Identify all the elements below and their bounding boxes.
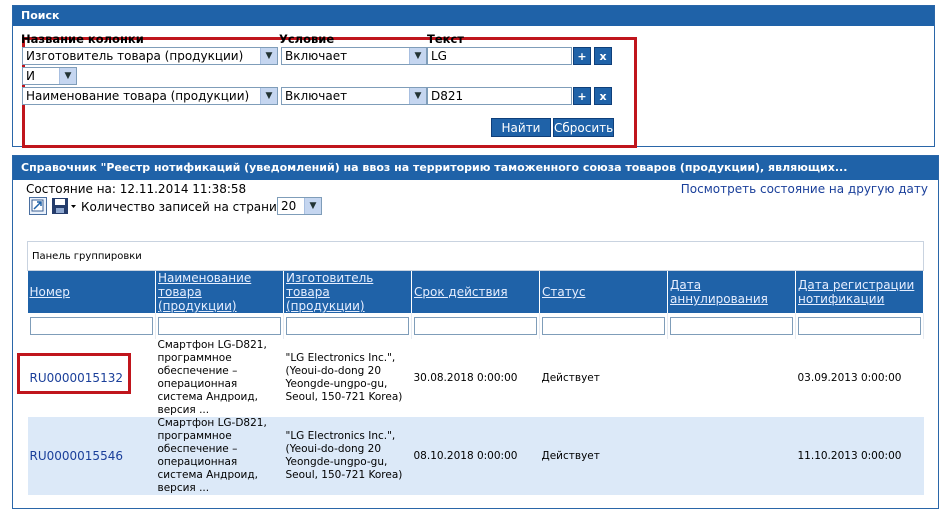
- valid-until-cell: 30.08.2018 0:00:00: [413, 371, 518, 384]
- filter-status-input[interactable]: [542, 317, 665, 335]
- reset-button[interactable]: Сбросить: [553, 118, 614, 137]
- column-select-2[interactable]: Наименование товара (продукции) ▼: [22, 87, 278, 105]
- valid-until-cell: 08.10.2018 0:00:00: [411, 417, 540, 495]
- floppy-disk-icon: [52, 198, 76, 214]
- manufacturer-cell: "LG Electronics Inc.", (Yeoui-do-dong 20…: [285, 352, 403, 403]
- column-header-status[interactable]: Статус: [539, 270, 668, 313]
- page-size-value: 20: [281, 199, 297, 213]
- registered-cell: 11.10.2013 0:00:00: [795, 417, 924, 495]
- column-select-1[interactable]: Изготовитель товара (продукции) ▼: [22, 47, 278, 65]
- filter-valid-until-input[interactable]: [414, 317, 537, 335]
- filter-name-input[interactable]: [158, 317, 281, 335]
- chevron-down-icon: ▼: [409, 88, 426, 104]
- column-name-header: Название колонки: [21, 32, 144, 46]
- condition-header: Условие: [279, 32, 335, 46]
- logic-joiner-select[interactable]: И ▼: [22, 67, 77, 85]
- group-panel[interactable]: Панель группировки: [26, 241, 925, 271]
- column-header-number[interactable]: Номер: [27, 270, 156, 313]
- condition-select-1-value: Включает: [285, 49, 348, 63]
- table-row[interactable]: RU0000015132 Смартфон LG-D821, программн…: [28, 339, 924, 417]
- chevron-down-icon: ▼: [260, 88, 277, 104]
- other-date-link[interactable]: Посмотреть состояние на другую дату: [681, 182, 928, 196]
- product-name-cell: Смартфон LG-D821, программное обеспечени…: [157, 339, 267, 416]
- reference-title: Справочник "Реестр нотификаций (уведомле…: [13, 156, 938, 180]
- column-header-manufacturer[interactable]: Изготовитель товара (продукции): [283, 270, 412, 313]
- filter-number-input[interactable]: [29, 317, 153, 335]
- product-name-cell: Смартфон LG-D821, программное обеспечени…: [155, 417, 284, 495]
- chevron-down-icon: ▼: [59, 68, 76, 84]
- manufacturer-cell: "LG Electronics Inc.", (Yeoui-do-dong 20…: [283, 417, 412, 495]
- state-date: Состояние на: 12.11.2014 11:38:58: [26, 182, 247, 196]
- condition-select-2[interactable]: Включает ▼: [281, 87, 427, 105]
- logic-joiner-value: И: [26, 69, 35, 83]
- chevron-down-icon: ▼: [304, 198, 321, 214]
- text-header: Текст: [427, 32, 464, 46]
- filter-registered-input[interactable]: [798, 317, 922, 335]
- export-icon[interactable]: [29, 197, 47, 215]
- column-header-registered[interactable]: Дата регистрации нотификации: [795, 270, 925, 313]
- annulled-cell: [668, 339, 796, 417]
- text-input-2[interactable]: D821: [427, 87, 572, 105]
- status-cell: Действует: [541, 371, 600, 384]
- text-input-1[interactable]: LG: [427, 47, 572, 65]
- notifications-table: Панель группировки Номер Наименование то…: [26, 241, 925, 495]
- number-highlight-frame: [17, 353, 131, 394]
- column-header-valid-until[interactable]: Срок действия: [411, 270, 540, 313]
- save-dropdown-icon[interactable]: [51, 197, 77, 215]
- search-panel: Поиск Название колонки Условие Текст Изг…: [12, 5, 935, 148]
- condition-select-2-value: Включает: [285, 89, 348, 103]
- annulled-cell: [667, 417, 796, 495]
- add-condition-button[interactable]: +: [573, 47, 591, 65]
- filter-manufacturer-input[interactable]: [286, 317, 409, 335]
- table-row[interactable]: RU0000015546 Смартфон LG-D821, программн…: [27, 417, 924, 495]
- page-size-label: Количество записей на странице: [81, 200, 293, 214]
- registered-cell: 03.09.2013 0:00:00: [797, 371, 902, 384]
- column-header-annulled[interactable]: Дата аннулирования: [667, 270, 796, 313]
- search-panel-title: Поиск: [13, 6, 934, 26]
- chevron-down-icon: ▼: [409, 48, 426, 64]
- chevron-down-icon: ▼: [260, 48, 277, 64]
- notification-number-link[interactable]: RU0000015546: [27, 417, 156, 495]
- remove-condition-button[interactable]: x: [594, 47, 612, 65]
- condition-select-1[interactable]: Включает ▼: [281, 47, 427, 65]
- remove-condition-button[interactable]: x: [594, 87, 612, 105]
- page-size-select[interactable]: 20 ▼: [277, 197, 322, 215]
- column-select-2-value: Наименование товара (продукции): [26, 89, 250, 103]
- column-header-name[interactable]: Наименование товара (продукции): [155, 270, 284, 313]
- export-icon-glyph: [31, 199, 44, 212]
- add-condition-button[interactable]: +: [573, 87, 591, 105]
- reference-panel: Справочник "Реестр нотификаций (уведомле…: [12, 155, 939, 509]
- find-button[interactable]: Найти: [491, 118, 551, 137]
- filter-annulled-input[interactable]: [670, 317, 793, 335]
- status-cell: Действует: [539, 417, 668, 495]
- column-select-1-value: Изготовитель товара (продукции): [26, 49, 244, 63]
